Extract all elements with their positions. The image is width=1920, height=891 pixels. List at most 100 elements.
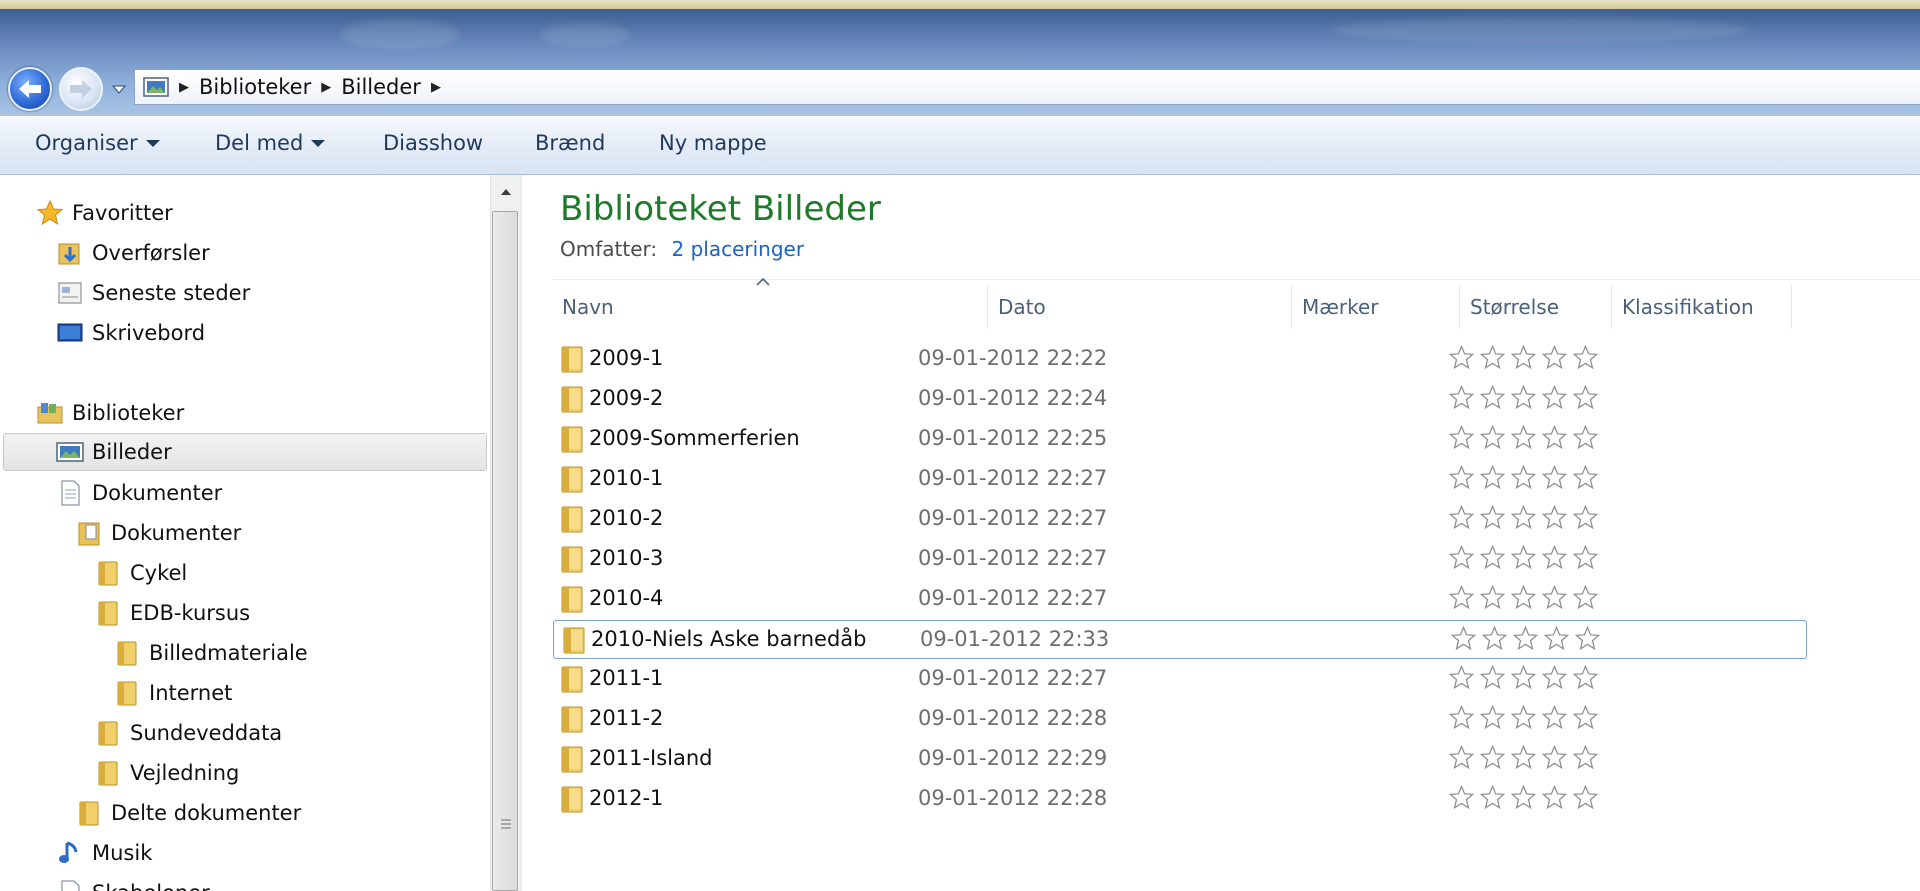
rating-stars[interactable]: [1448, 664, 1599, 691]
file-row[interactable]: 2009-Sommerferien 09-01-2012 22:25: [552, 420, 1920, 459]
file-row[interactable]: 2012-1 09-01-2012 22:28: [552, 780, 1920, 819]
star-outline-icon[interactable]: [1510, 584, 1537, 611]
star-outline-icon[interactable]: [1572, 784, 1599, 811]
star-outline-icon[interactable]: [1510, 344, 1537, 371]
star-outline-icon[interactable]: [1574, 625, 1601, 652]
column-header-rating[interactable]: Klassifikation: [1612, 285, 1792, 329]
star-outline-icon[interactable]: [1510, 384, 1537, 411]
file-row[interactable]: 2011-Island 09-01-2012 22:29: [552, 740, 1920, 779]
star-outline-icon[interactable]: [1572, 544, 1599, 571]
rating-stars[interactable]: [1448, 784, 1599, 811]
star-outline-icon[interactable]: [1572, 704, 1599, 731]
tree-item-documents-folder[interactable]: Dokumenter: [75, 515, 241, 551]
scroll-thumb[interactable]: [492, 211, 518, 891]
star-outline-icon[interactable]: [1479, 504, 1506, 531]
star-outline-icon[interactable]: [1448, 424, 1475, 451]
tree-item-partial[interactable]: Skabeloner: [56, 875, 210, 891]
breadcrumb-item-libraries[interactable]: Biblioteker: [199, 75, 311, 99]
star-outline-icon[interactable]: [1541, 344, 1568, 371]
file-name[interactable]: 2010-4: [589, 586, 663, 610]
star-outline-icon[interactable]: [1479, 544, 1506, 571]
column-header-tags[interactable]: Mærker: [1292, 285, 1460, 329]
star-outline-icon[interactable]: [1541, 504, 1568, 531]
rating-stars[interactable]: [1448, 504, 1599, 531]
navigation-scrollbar[interactable]: [490, 175, 520, 891]
column-header-date[interactable]: Dato: [988, 285, 1292, 329]
column-header-name[interactable]: Navn: [552, 285, 988, 329]
file-name[interactable]: 2009-1: [589, 346, 663, 370]
organise-button[interactable]: Organiser: [35, 131, 160, 155]
tree-item-music[interactable]: Musik: [56, 835, 152, 871]
rating-stars[interactable]: [1448, 584, 1599, 611]
star-outline-icon[interactable]: [1510, 704, 1537, 731]
star-outline-icon[interactable]: [1448, 744, 1475, 771]
star-outline-icon[interactable]: [1479, 424, 1506, 451]
star-outline-icon[interactable]: [1541, 784, 1568, 811]
file-name[interactable]: 2011-2: [589, 706, 663, 730]
tree-item-cykel[interactable]: Cykel: [94, 555, 187, 591]
rating-stars[interactable]: [1448, 544, 1599, 571]
file-name[interactable]: 2009-2: [589, 386, 663, 410]
star-outline-icon[interactable]: [1448, 504, 1475, 531]
tree-item-desktop[interactable]: Skrivebord: [56, 315, 205, 351]
column-header-size[interactable]: Størrelse: [1460, 285, 1612, 329]
tree-item-recent-places[interactable]: Seneste steder: [56, 275, 250, 311]
star-outline-icon[interactable]: [1572, 664, 1599, 691]
share-with-button[interactable]: Del med: [215, 131, 326, 155]
star-outline-icon[interactable]: [1479, 584, 1506, 611]
star-outline-icon[interactable]: [1510, 424, 1537, 451]
file-name[interactable]: 2012-1: [589, 786, 663, 810]
file-row[interactable]: 2009-1 09-01-2012 22:22: [552, 340, 1920, 379]
star-outline-icon[interactable]: [1541, 424, 1568, 451]
star-outline-icon[interactable]: [1448, 704, 1475, 731]
file-row[interactable]: 2010-4 09-01-2012 22:27: [552, 580, 1920, 619]
breadcrumb-separator[interactable]: ▶: [431, 80, 441, 95]
file-name[interactable]: 2010-Niels Aske barnedåb: [591, 627, 866, 651]
star-outline-icon[interactable]: [1541, 544, 1568, 571]
star-outline-icon[interactable]: [1448, 464, 1475, 491]
rating-stars[interactable]: [1448, 424, 1599, 451]
breadcrumb[interactable]: ▶ Biblioteker ▶ Billeder ▶: [134, 69, 1920, 105]
breadcrumb-separator[interactable]: ▶: [179, 80, 189, 95]
tree-item-edb-kursus[interactable]: EDB-kursus: [94, 595, 250, 631]
star-outline-icon[interactable]: [1448, 664, 1475, 691]
star-outline-icon[interactable]: [1479, 384, 1506, 411]
star-outline-icon[interactable]: [1572, 464, 1599, 491]
rating-stars[interactable]: [1448, 384, 1599, 411]
star-outline-icon[interactable]: [1510, 784, 1537, 811]
new-folder-button[interactable]: Ny mappe: [659, 131, 767, 155]
star-outline-icon[interactable]: [1512, 625, 1539, 652]
tree-item-vejledning[interactable]: Vejledning: [94, 755, 239, 791]
star-outline-icon[interactable]: [1479, 664, 1506, 691]
rating-stars[interactable]: [1448, 704, 1599, 731]
file-row[interactable]: 2009-2 09-01-2012 22:24: [552, 380, 1920, 419]
breadcrumb-item-pictures[interactable]: Billeder: [341, 75, 421, 99]
star-outline-icon[interactable]: [1572, 584, 1599, 611]
star-outline-icon[interactable]: [1572, 344, 1599, 371]
file-row[interactable]: 2011-1 09-01-2012 22:27: [552, 660, 1920, 699]
file-name[interactable]: 2010-3: [589, 546, 663, 570]
forward-button[interactable]: [59, 67, 103, 111]
star-outline-icon[interactable]: [1479, 784, 1506, 811]
tree-item-documents[interactable]: Dokumenter: [56, 475, 222, 511]
star-outline-icon[interactable]: [1448, 544, 1475, 571]
star-outline-icon[interactable]: [1479, 344, 1506, 371]
star-outline-icon[interactable]: [1448, 584, 1475, 611]
star-outline-icon[interactable]: [1448, 784, 1475, 811]
star-outline-icon[interactable]: [1572, 424, 1599, 451]
star-outline-icon[interactable]: [1450, 625, 1477, 652]
star-outline-icon[interactable]: [1572, 504, 1599, 531]
rating-stars[interactable]: [1448, 744, 1599, 771]
star-outline-icon[interactable]: [1541, 664, 1568, 691]
star-outline-icon[interactable]: [1543, 625, 1570, 652]
tree-item-favorites[interactable]: Favoritter: [36, 195, 173, 231]
includes-locations-link[interactable]: 2 placeringer: [671, 237, 804, 261]
star-outline-icon[interactable]: [1510, 744, 1537, 771]
tree-item-internet[interactable]: Internet: [113, 675, 232, 711]
file-name[interactable]: 2010-2: [589, 506, 663, 530]
tree-item-billedmateriale[interactable]: Billedmateriale: [113, 635, 308, 671]
tree-item-downloads[interactable]: Overførsler: [56, 235, 210, 271]
tree-item-shared-documents[interactable]: Delte dokumenter: [75, 795, 301, 831]
recent-pages-dropdown-icon[interactable]: [112, 83, 126, 95]
tree-item-libraries[interactable]: Biblioteker: [36, 395, 184, 431]
